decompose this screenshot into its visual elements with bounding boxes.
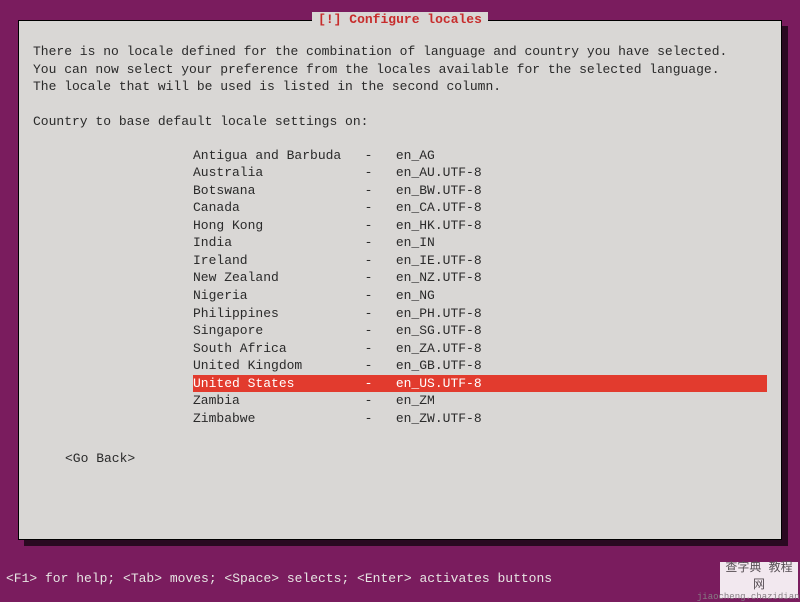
configure-locales-dialog: [!] Configure locales There is no locale… [18, 20, 782, 540]
help-footer: <F1> for help; <Tab> moves; <Space> sele… [6, 571, 552, 586]
dialog-intro-text: There is no locale defined for the combi… [33, 43, 767, 96]
list-item[interactable]: Antigua and Barbuda - en_AG [193, 147, 767, 165]
list-item[interactable]: United Kingdom - en_GB.UTF-8 [193, 357, 767, 375]
watermark: 查字典 教程网 jiaocheng.chazidian.com [720, 562, 798, 598]
list-item[interactable]: Philippines - en_PH.UTF-8 [193, 305, 767, 323]
list-item[interactable]: Australia - en_AU.UTF-8 [193, 164, 767, 182]
list-item[interactable]: Zambia - en_ZM [193, 392, 767, 410]
list-item[interactable]: Canada - en_CA.UTF-8 [193, 199, 767, 217]
list-item[interactable]: United States - en_US.UTF-8 [193, 375, 767, 393]
dialog-title-wrapper: [!] Configure locales [19, 12, 781, 27]
go-back-button[interactable]: <Go Back> [65, 451, 767, 466]
list-item[interactable]: South Africa - en_ZA.UTF-8 [193, 340, 767, 358]
dialog-prompt: Country to base default locale settings … [33, 114, 767, 129]
list-item[interactable]: Ireland - en_IE.UTF-8 [193, 252, 767, 270]
list-item[interactable]: India - en_IN [193, 234, 767, 252]
list-item[interactable]: Hong Kong - en_HK.UTF-8 [193, 217, 767, 235]
list-item[interactable]: Singapore - en_SG.UTF-8 [193, 322, 767, 340]
list-item[interactable]: New Zealand - en_NZ.UTF-8 [193, 269, 767, 287]
list-item[interactable]: Zimbabwe - en_ZW.UTF-8 [193, 410, 767, 428]
list-item[interactable]: Botswana - en_BW.UTF-8 [193, 182, 767, 200]
list-item[interactable]: Nigeria - en_NG [193, 287, 767, 305]
dialog-title: [!] Configure locales [312, 12, 488, 27]
locale-list[interactable]: Antigua and Barbuda - en_AG Australia - … [193, 147, 767, 428]
